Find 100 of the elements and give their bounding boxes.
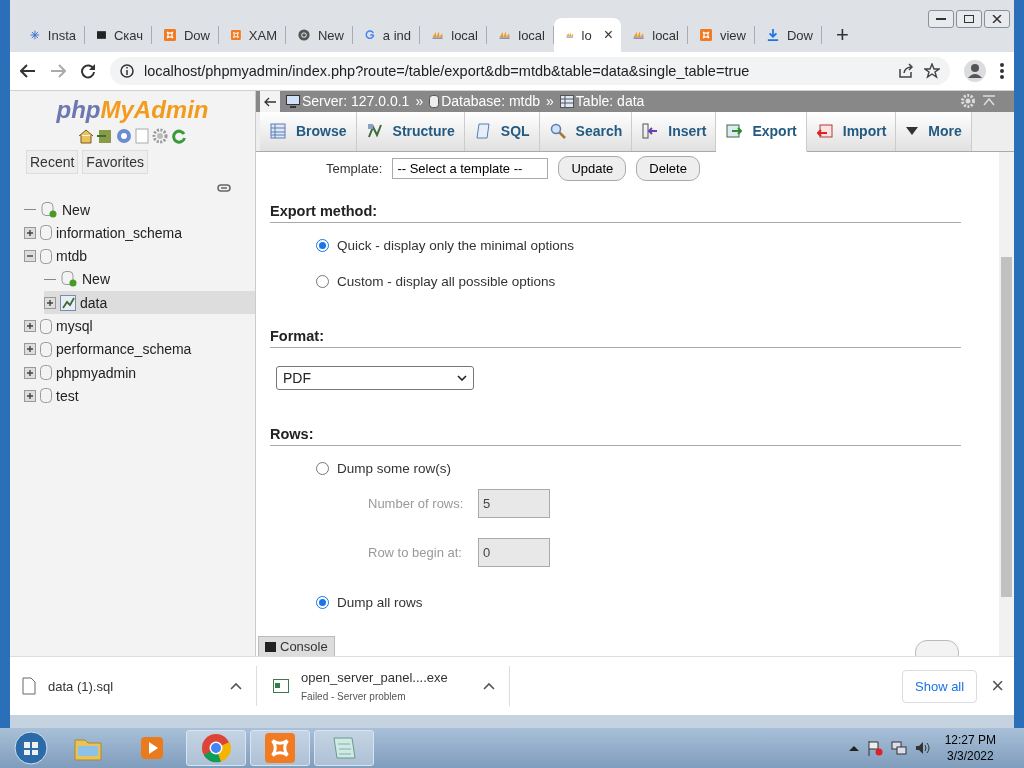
settings-icon[interactable] — [152, 127, 168, 144]
volume-icon[interactable] — [914, 740, 931, 756]
browser-tab[interactable]: view — [688, 26, 755, 44]
tab[interactable]: Search — [539, 111, 633, 151]
terminal-icon — [265, 641, 276, 652]
start-button[interactable] — [14, 731, 48, 765]
field-label: Number of rows: — [368, 495, 465, 511]
tab[interactable]: More — [896, 111, 972, 151]
collapse-icon[interactable] — [982, 95, 996, 108]
tree-item[interactable]: phpmyadmin — [56, 364, 137, 381]
link-icon[interactable] — [217, 183, 231, 192]
template-select[interactable]: -- Select a template -- — [392, 157, 549, 179]
structure-icon — [366, 123, 383, 140]
xampp-icon — [231, 27, 241, 43]
database-icon — [40, 365, 52, 381]
minus-box-icon[interactable] — [24, 250, 36, 263]
browser-tab[interactable]: lo × — [554, 18, 621, 52]
maximize-icon — [964, 15, 974, 23]
new-tab-button[interactable]: + — [836, 22, 849, 48]
close-icon — [992, 15, 1002, 23]
browser-tab[interactable]: Dow — [755, 26, 822, 44]
clock[interactable]: 12:27 PM 3/3/2022 — [944, 733, 996, 763]
browser-tab[interactable]: local — [621, 26, 688, 44]
chevron-up-icon[interactable] — [483, 682, 495, 691]
browser-tab[interactable]: New — [286, 26, 353, 44]
chevron-up-icon[interactable] — [848, 745, 859, 751]
flag-icon[interactable] — [866, 740, 883, 756]
maximize-button[interactable] — [956, 10, 982, 28]
star-icon[interactable] — [924, 62, 940, 79]
tree-item[interactable]: mtdb — [56, 248, 88, 265]
browser-tab[interactable]: local — [420, 26, 487, 44]
close-button[interactable] — [984, 10, 1010, 28]
breadcrumb-link[interactable]: Database: mtdb — [441, 93, 541, 110]
minimize-button[interactable] — [928, 10, 954, 28]
database-icon — [40, 225, 52, 241]
download-name[interactable]: data (1).sql — [48, 678, 218, 694]
plus-box-icon[interactable] — [24, 389, 36, 402]
download-name[interactable]: open_server_panel....exe — [301, 670, 471, 686]
tab[interactable]: Browse — [260, 111, 357, 151]
scrollbar[interactable] — [999, 151, 1014, 657]
profile-icon[interactable] — [964, 59, 986, 82]
minimize-icon — [936, 17, 946, 21]
address-bar[interactable]: localhost/phpmyadmin/index.php?route=/table/export&db=mtdb&table=data&single_table=true — [110, 56, 950, 85]
plus-box-icon[interactable] — [24, 343, 36, 356]
radio-button[interactable] — [316, 238, 329, 252]
section-heading: Export method: — [270, 202, 961, 223]
tree-item[interactable]: test — [56, 387, 79, 404]
plus-box-icon[interactable] — [44, 296, 56, 309]
radio-button[interactable] — [316, 595, 329, 609]
radio-button[interactable] — [316, 274, 329, 288]
tree-item[interactable]: information_schema — [56, 224, 183, 241]
table-icon — [559, 94, 574, 108]
breadcrumb-link[interactable]: Server: 127.0.0.1 — [302, 93, 410, 110]
chevron-up-icon[interactable] — [230, 682, 242, 691]
tab[interactable]: Import — [806, 111, 897, 151]
browser-tab[interactable]: Скач — [85, 26, 152, 44]
sidebar-button[interactable]: Recent — [26, 149, 79, 174]
close-button[interactable]: × — [991, 673, 1004, 700]
browser-tab[interactable]: XAM — [219, 26, 286, 44]
program-icon — [273, 679, 289, 694]
reload-icon[interactable] — [80, 62, 96, 79]
tab[interactable]: Export — [716, 111, 807, 152]
show-all-button[interactable]: Show all — [902, 669, 978, 703]
tree-item[interactable]: mysql — [56, 318, 93, 335]
tree-item[interactable]: New — [62, 201, 90, 218]
logo[interactable]: phpMyAdmin — [10, 95, 255, 124]
format-select[interactable]: PDF — [276, 365, 474, 390]
tree-item[interactable]: performance_schema — [56, 341, 192, 358]
browser-tab[interactable]: Dow — [152, 26, 219, 44]
browser-tab[interactable]: Insta — [18, 26, 85, 44]
template-button[interactable]: Delete — [636, 155, 700, 181]
plus-box-icon[interactable] — [24, 320, 36, 333]
xampp-icon[interactable] — [265, 733, 295, 763]
tab[interactable]: Insert — [632, 111, 717, 151]
plus-box-icon[interactable] — [24, 226, 36, 239]
xampp-icon — [700, 27, 712, 43]
network-icon[interactable] — [890, 740, 907, 756]
info-icon[interactable] — [120, 63, 134, 78]
download-icon — [767, 27, 779, 43]
radio-button[interactable] — [316, 461, 329, 475]
exit-icon[interactable] — [97, 127, 113, 144]
caret-icon — [906, 127, 919, 136]
tree-item[interactable]: data — [80, 294, 108, 311]
home-icon[interactable] — [78, 127, 94, 144]
console-tab[interactable]: Console — [258, 636, 335, 657]
chrome-icon[interactable] — [201, 733, 231, 763]
xampp-icon — [164, 27, 176, 43]
tree-item[interactable]: New — [82, 271, 110, 288]
browser-tab[interactable]: a ind — [353, 26, 420, 44]
media-player-icon[interactable] — [138, 734, 166, 762]
breadcrumb-link[interactable]: Table: data — [575, 93, 645, 110]
tab[interactable]: SQL — [464, 111, 540, 151]
template-button[interactable]: Update — [558, 155, 627, 181]
share-icon[interactable] — [898, 62, 914, 79]
tab[interactable]: Structure — [356, 111, 465, 151]
sidebar-button[interactable]: Favorites — [82, 149, 148, 174]
help-icon[interactable] — [116, 127, 132, 144]
plus-box-icon[interactable] — [24, 366, 36, 379]
menu-icon[interactable] — [1000, 62, 1004, 79]
back-icon[interactable] — [20, 63, 36, 78]
